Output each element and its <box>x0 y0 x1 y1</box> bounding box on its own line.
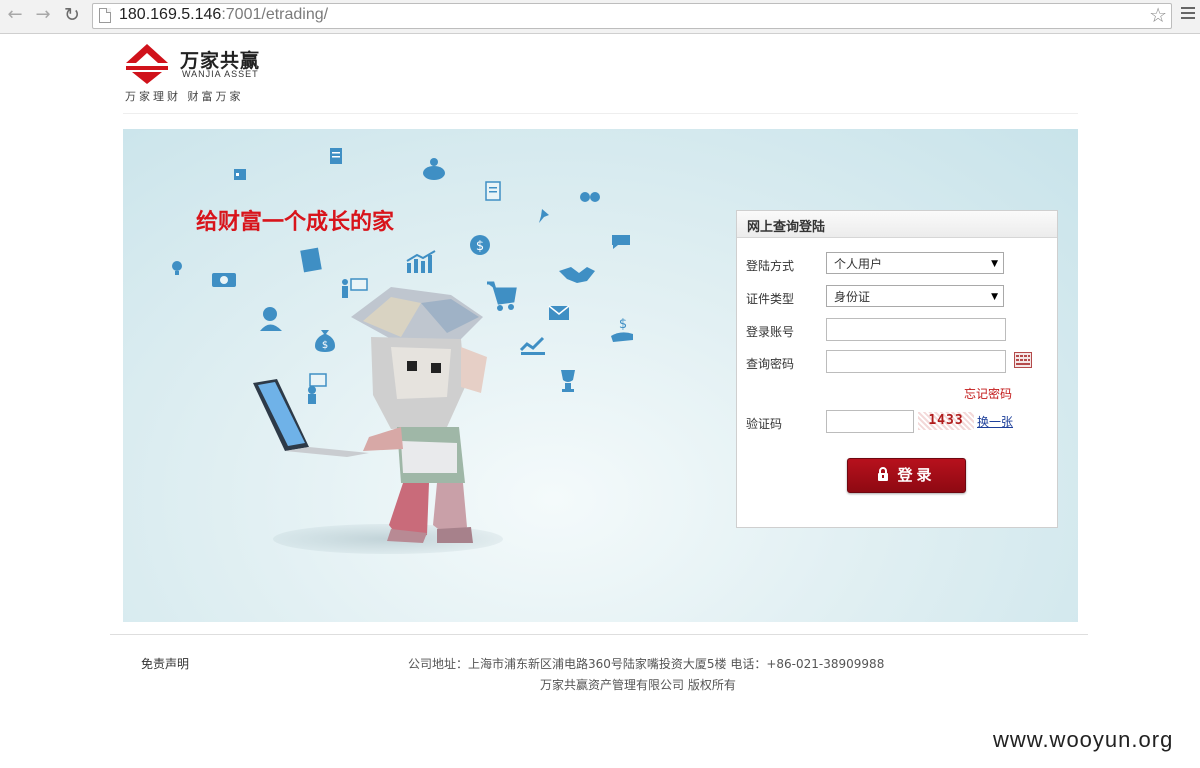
captcha-image[interactable]: 1433 <box>918 412 974 430</box>
password-input[interactable] <box>826 350 1006 373</box>
login-type-label: 登陆方式 <box>746 259 795 273</box>
growth-chart-icon <box>406 250 436 273</box>
url-host: 180.169.5.146 <box>119 6 222 23</box>
id-type-select[interactable]: 身份证 ▼ <box>826 285 1004 307</box>
origami-money-mascot-illustration <box>253 287 487 543</box>
id-type-value: 身份证 <box>834 290 871 304</box>
trophy-icon <box>561 370 575 392</box>
account-input[interactable] <box>826 318 1006 341</box>
captcha-input[interactable] <box>826 410 914 433</box>
lightbulb-icon <box>172 261 182 275</box>
banner-slogan: 给财富一个成长的家 <box>196 210 395 235</box>
handshake-icon <box>559 267 595 283</box>
chat-bubble-icon <box>612 235 630 249</box>
logo-slogan: 万家理财 财富万家 <box>125 90 244 103</box>
receipt-icon <box>485 181 501 201</box>
book-icon <box>300 247 322 273</box>
calendar-icon <box>234 169 246 180</box>
hand-dollar-icon: $ <box>611 317 633 342</box>
dropdown-arrow-icon: ▼ <box>991 259 998 269</box>
login-type-select[interactable]: 个人用户 ▼ <box>826 252 1004 274</box>
browser-toolbar: ← → ↻ 180.169.5.146:7001/etrading/ ☆ <box>0 0 1200 34</box>
logo-mark-icon <box>126 44 168 84</box>
footer-divider <box>110 634 1088 635</box>
url-path: :7001/etrading/ <box>221 6 329 23</box>
bookmark-star-icon[interactable]: ☆ <box>1149 4 1167 26</box>
login-button-label: 登录 <box>897 466 936 484</box>
login-panel: 网上查询登陆 登陆方式 个人用户 ▼ 证件类型 身份证 ▼ 登录账号 查询密码 … <box>736 210 1058 528</box>
cash-stack-icon <box>212 273 236 287</box>
login-button[interactable]: 登录 <box>847 458 966 493</box>
login-panel-header: 网上查询登陆 <box>737 211 1057 238</box>
captcha-label: 验证码 <box>746 417 783 431</box>
address-bar[interactable]: 180.169.5.146:7001/etrading/ ☆ <box>92 3 1172 29</box>
disclaimer-link[interactable]: 免责声明 <box>141 655 189 672</box>
virtual-keyboard-icon[interactable] <box>1014 352 1032 368</box>
dropdown-arrow-icon: ▼ <box>991 292 998 302</box>
dollar-coin-icon: $ <box>470 235 490 255</box>
account-label: 登录账号 <box>746 325 795 339</box>
url-text[interactable]: 180.169.5.146:7001/etrading/ <box>119 6 328 24</box>
document-icon <box>330 148 342 164</box>
company-address: 公司地址：上海市浦东新区浦电路360号陆家嘴投资大厦5楼 电话：+86-021-… <box>408 657 885 671</box>
reload-icon[interactable]: ↻ <box>62 5 82 25</box>
forward-arrow-icon[interactable]: → <box>33 5 53 25</box>
page-icon <box>99 8 111 23</box>
binoculars-icon <box>580 192 600 202</box>
login-title: 网上查询登陆 <box>747 220 826 235</box>
forgot-password-link[interactable]: 忘记密码 <box>964 385 1012 402</box>
logo-english-name: WANJIA ASSET <box>182 69 259 79</box>
lock-icon <box>878 467 889 481</box>
back-arrow-icon[interactable]: ← <box>5 5 25 25</box>
browser-menu-icon[interactable] <box>1181 7 1195 21</box>
svg-text:$: $ <box>476 239 484 254</box>
company-logo[interactable]: 万家共赢 WANJIA ASSET 万家理财 财富万家 <box>124 44 274 104</box>
header-divider <box>123 113 1078 114</box>
copyright-text: 万家共赢资产管理有限公司 版权所有 <box>540 678 736 692</box>
login-type-value: 个人用户 <box>834 257 883 271</box>
refresh-captcha-link[interactable]: 换一张 <box>977 413 1013 430</box>
envelope-icon <box>548 305 570 320</box>
pin-icon <box>539 209 549 223</box>
watermark-text: www.wooyun.org <box>993 727 1174 752</box>
id-type-label: 证件类型 <box>746 292 795 306</box>
piggy-bank-icon <box>423 158 445 180</box>
svg-text:$: $ <box>619 317 627 332</box>
hero-banner: 给财富一个成长的家 $ $ $ 网上查询登陆 登陆方式 个人用户 ▼ 证件类型 … <box>123 129 1078 622</box>
password-label: 查询密码 <box>746 357 795 371</box>
trend-chart-icon <box>519 336 545 355</box>
